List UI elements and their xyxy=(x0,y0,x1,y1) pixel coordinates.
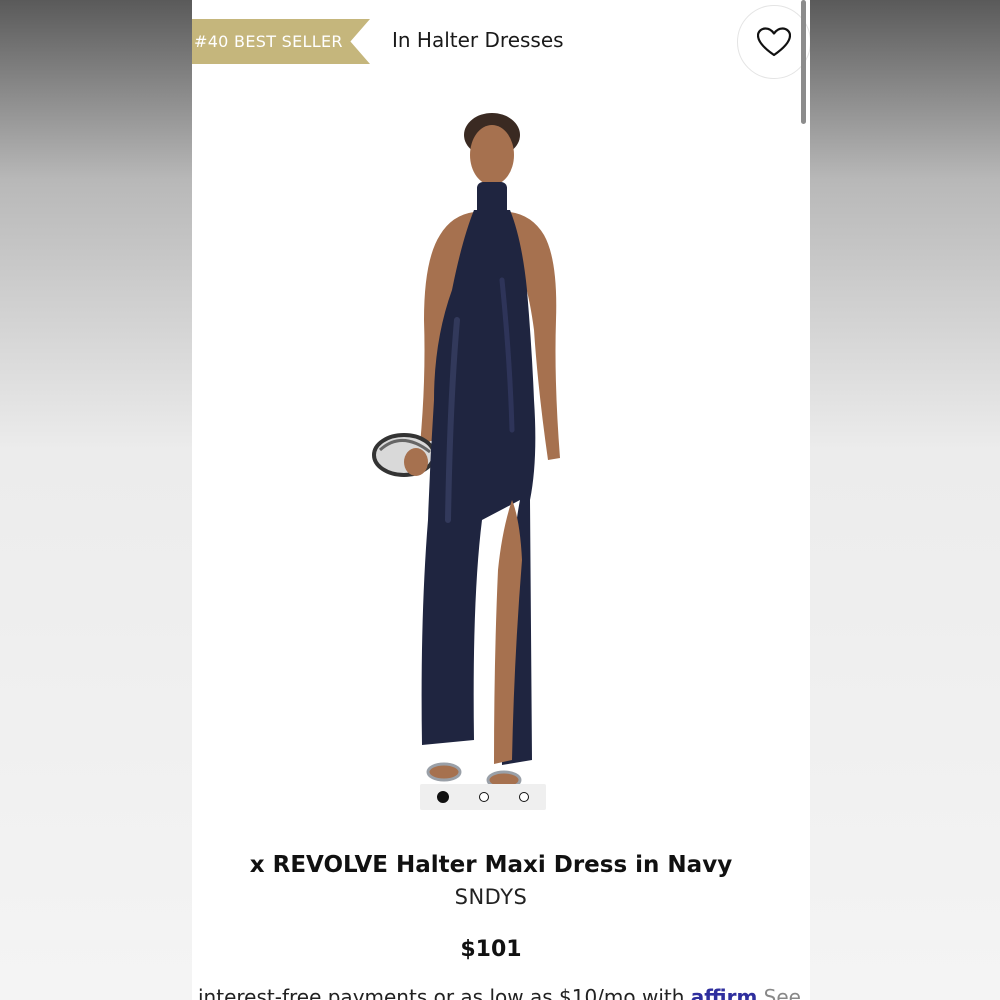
category-link[interactable]: In Halter Dresses xyxy=(392,28,564,52)
image-pagination xyxy=(420,784,546,810)
pagination-dot-2[interactable] xyxy=(479,792,489,802)
product-image[interactable] xyxy=(362,100,602,812)
favorite-button[interactable] xyxy=(737,5,810,79)
pagination-dot-1[interactable] xyxy=(437,791,449,803)
financing-text: interest-free payments or as low as $10/… xyxy=(198,985,685,1000)
financing-see-link[interactable]: See xyxy=(764,985,801,1000)
heart-icon xyxy=(757,27,791,57)
blurred-background-right xyxy=(810,0,1000,1000)
financing-info: interest-free payments or as low as $10/… xyxy=(198,985,801,1000)
product-screen: #40 BEST SELLER In Halter Dresses x REVO… xyxy=(192,0,810,1000)
pagination-dot-3[interactable] xyxy=(519,792,529,802)
brand-name[interactable]: SNDYS xyxy=(192,885,790,909)
blurred-background-left xyxy=(0,0,192,1000)
scrollbar[interactable] xyxy=(801,0,806,124)
product-title: x REVOLVE Halter Maxi Dress in Navy xyxy=(249,852,733,878)
affirm-logo: affirm xyxy=(690,985,758,1000)
best-seller-badge: #40 BEST SELLER xyxy=(192,19,370,64)
product-price: $101 xyxy=(460,937,522,962)
